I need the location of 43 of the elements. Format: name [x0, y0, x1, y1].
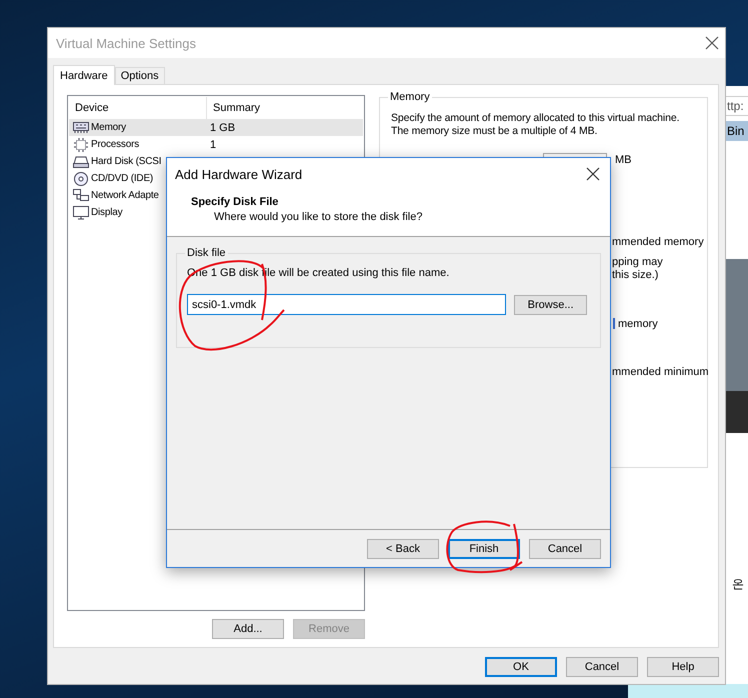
tab[interactable]: Hardware — [53, 65, 115, 85]
device-summary: 1 — [209, 138, 216, 150]
device-name: Processors — [91, 139, 140, 150]
tab[interactable]: Options — [114, 67, 165, 84]
wizard-button[interactable]: Cancel — [529, 538, 601, 558]
dialog-button[interactable]: Cancel — [566, 657, 638, 677]
wizard-button[interactable]: Finish — [448, 538, 520, 558]
text-fragment: pping may — [612, 256, 663, 268]
text-label: 온 — [732, 576, 745, 593]
text-fragment: this size.) — [612, 268, 658, 280]
dialog-title: Add Hardware Wizard — [175, 166, 302, 182]
memory-chip-icon — [73, 120, 89, 134]
hard-disk-icon — [73, 154, 89, 168]
text-fragment: mmended memory — [612, 236, 704, 248]
list-button[interactable]: Add... — [212, 619, 284, 639]
device-name: Display — [91, 207, 122, 218]
dialog-button[interactable]: Help — [647, 657, 719, 677]
wizard-button[interactable]: < Back — [367, 538, 439, 558]
disc-icon — [73, 172, 89, 186]
list-item[interactable]: Bin — [724, 121, 748, 141]
wizard-heading: Specify Disk File — [191, 196, 280, 208]
text-fragment: memory — [618, 318, 658, 330]
description-text: Specify the amount of memory allocated to this virtual machine. The memory size must be a multiple of 4 MB. — [391, 112, 680, 138]
column-header[interactable]: Summary — [207, 102, 260, 114]
unit-label: MB — [615, 154, 632, 166]
selected-row[interactable]: Memory 1 GB — [69, 119, 363, 136]
file-name-field[interactable]: scsi0-1.vmdk — [187, 294, 506, 315]
close-icon — [586, 167, 600, 181]
close-icon — [705, 36, 719, 50]
dialog-button[interactable]: OK — [485, 657, 557, 677]
text-fragment: mmended minimum — [612, 366, 709, 378]
wizard-subheading: Where would you like to store the disk file? — [214, 211, 424, 223]
monitor-icon — [73, 206, 89, 220]
group-title: Disk file — [185, 247, 228, 259]
device-summary: 1 GB — [209, 122, 236, 134]
device-name: Memory — [91, 122, 126, 133]
browse-button[interactable]: Browse... — [514, 294, 587, 314]
network-icon — [73, 188, 89, 202]
device-name: Network Adapte — [91, 190, 159, 201]
device-name: CD/DVD (IDE) — [91, 173, 154, 184]
window-title: Virtual Machine Settings — [56, 36, 196, 50]
device-name: Hard Disk (SCSI — [91, 156, 162, 167]
group-title: Memory — [388, 91, 432, 103]
